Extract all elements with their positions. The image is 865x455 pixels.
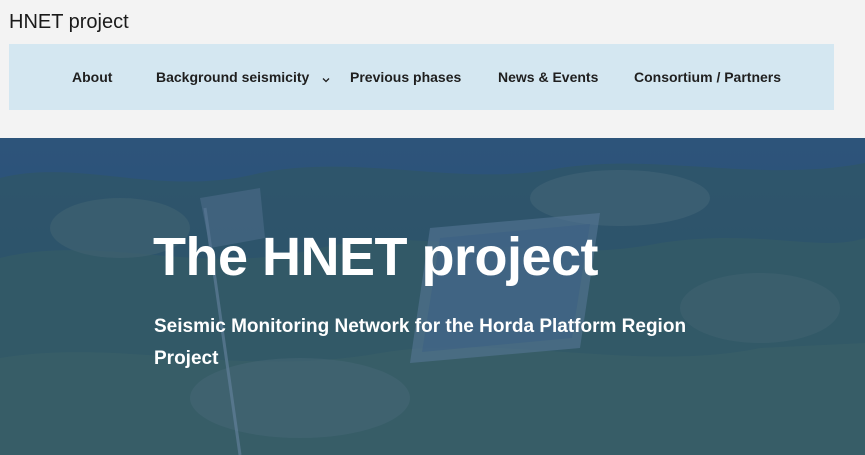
hero-overlay [0, 138, 865, 455]
main-navigation: About Background seismicity Previous pha… [9, 44, 834, 110]
nav-item-about[interactable]: About [72, 44, 112, 110]
hero-subtitle: Seismic Monitoring Network for the Horda… [154, 316, 687, 369]
hero-title: The HNET project [153, 227, 599, 287]
site-title-link[interactable]: HNET project [9, 11, 129, 34]
nav-item-label: News & Events [498, 69, 599, 85]
nav-item-consortium-partners[interactable]: Consortium / Partners [634, 44, 781, 110]
chevron-down-icon[interactable] [321, 72, 331, 83]
nav-item-news-events[interactable]: News & Events [498, 44, 598, 110]
hero-banner: The HNET project Seismic Monitoring Netw… [0, 138, 865, 455]
nav-item-background-seismicity[interactable]: Background seismicity [156, 44, 331, 110]
nav-item-label: Background seismicity [156, 69, 310, 85]
nav-item-label: About [72, 69, 113, 85]
nav-item-label: Consortium / Partners [634, 69, 782, 85]
nav-item-previous-phases[interactable]: Previous phases [350, 44, 461, 110]
nav-item-label: Previous phases [350, 69, 462, 85]
